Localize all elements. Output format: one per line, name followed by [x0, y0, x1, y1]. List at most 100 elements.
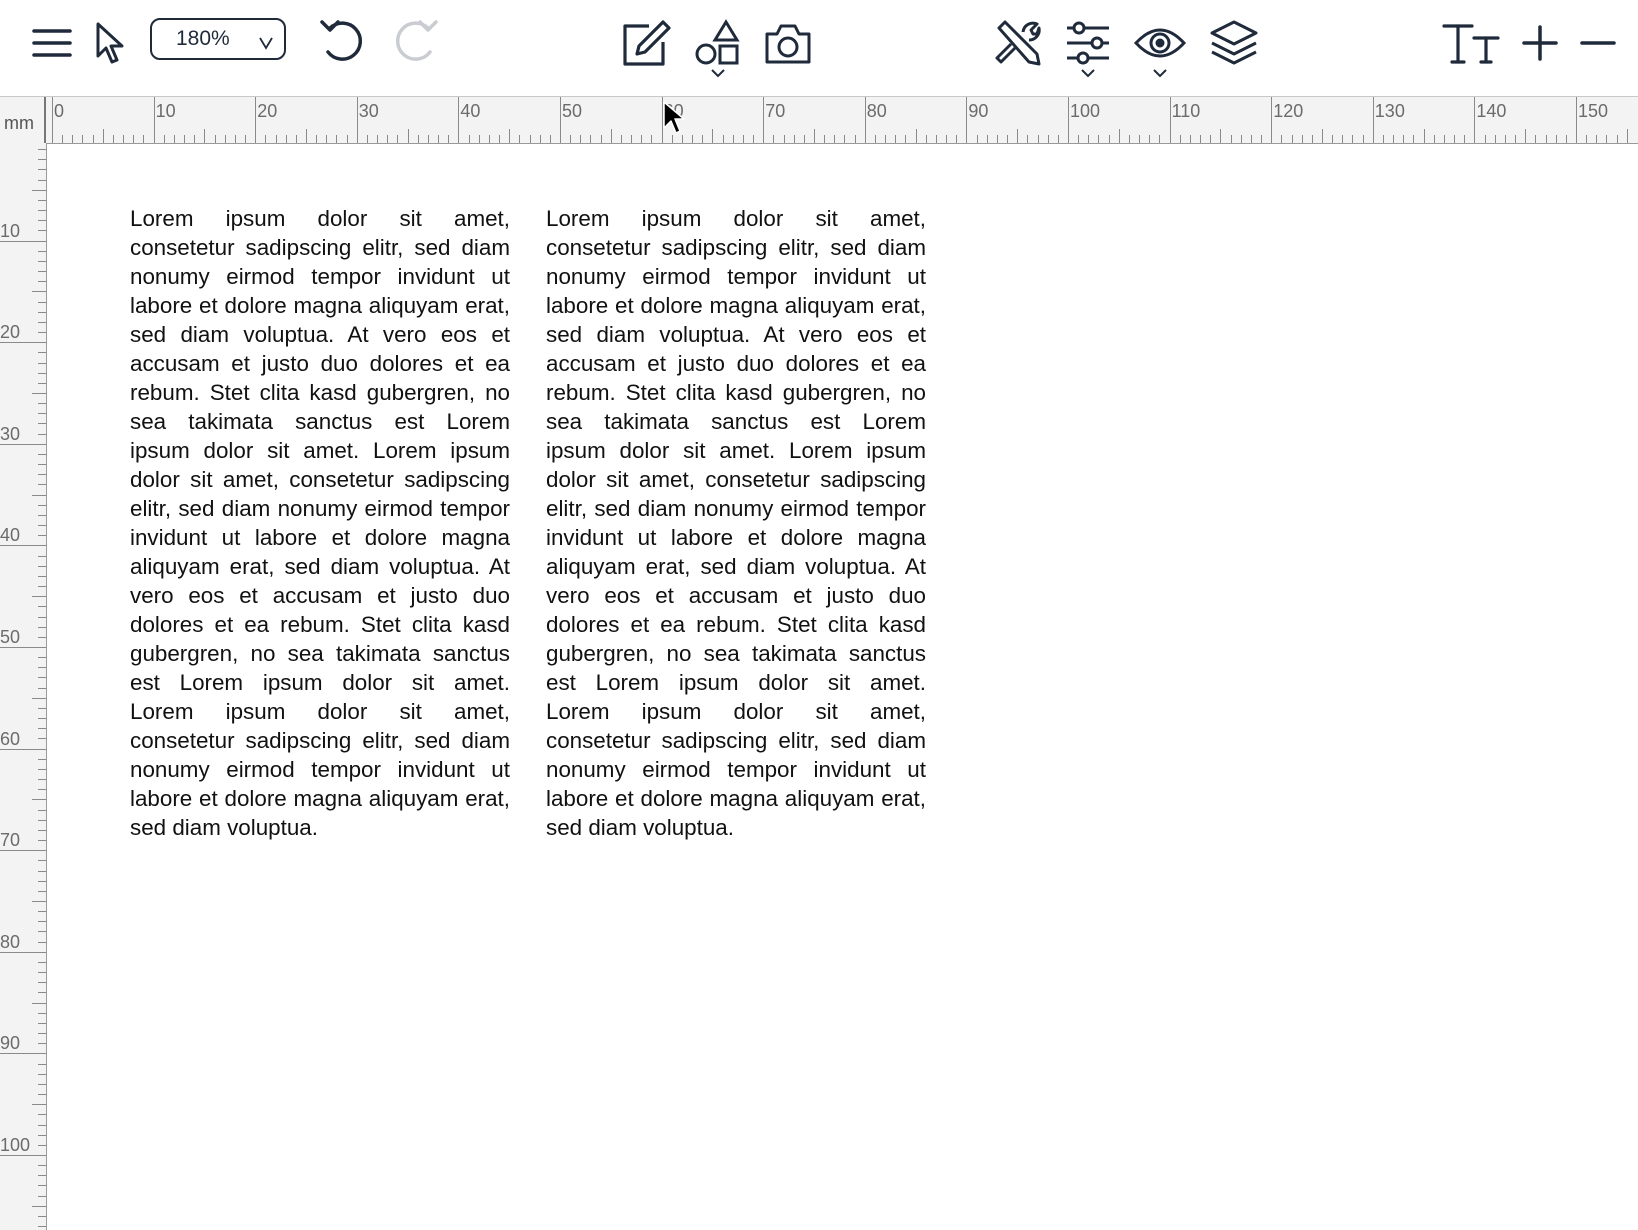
- ruler-tick: [38, 301, 46, 303]
- document-page[interactable]: Lorem ipsum dolor sit amet, consetetur s…: [47, 144, 1638, 1230]
- ruler-tick: [783, 135, 785, 143]
- ruler-label: 50: [0, 627, 21, 647]
- ruler-tick: [1372, 97, 1374, 143]
- ruler-tick: [38, 840, 46, 842]
- ruler-tick: [1068, 97, 1069, 143]
- ruler-tick: [1149, 135, 1151, 143]
- ruler-tick: [32, 1205, 46, 1207]
- ruler-tick: [631, 135, 633, 143]
- camera-button[interactable]: [760, 14, 816, 72]
- ruler-tick: [702, 135, 704, 143]
- ruler-label: 10: [155, 101, 176, 121]
- ruler-tick: [38, 768, 46, 770]
- ruler-tick: [935, 135, 937, 143]
- ruler-tick: [38, 271, 46, 273]
- view-button[interactable]: [1132, 14, 1188, 78]
- horizontal-ruler[interactable]: mm 0102030405060708090100110120130140150: [0, 97, 1638, 144]
- redo-button[interactable]: [386, 14, 442, 72]
- ruler-label: 10: [0, 220, 21, 241]
- ruler-tick: [285, 135, 287, 143]
- zoom-in-button[interactable]: [1512, 14, 1568, 72]
- ruler-tick: [1504, 135, 1506, 143]
- ruler-tick: [255, 97, 257, 143]
- ruler-tick: [844, 135, 846, 143]
- ruler-tick: [38, 1043, 46, 1045]
- ruler-tick: [194, 135, 196, 143]
- ruler-tick: [1159, 135, 1161, 143]
- ruler-tick: [38, 433, 46, 435]
- ruler-tick: [966, 97, 968, 143]
- ruler-tick: [895, 135, 897, 143]
- ruler-tick: [32, 799, 46, 801]
- ruler-tick: [38, 565, 46, 567]
- shapes-button[interactable]: [690, 14, 746, 78]
- ruler-tick: [133, 135, 135, 143]
- ruler-tick: [38, 586, 46, 588]
- ruler-tick: [1200, 135, 1202, 143]
- ruler-tick: [478, 135, 480, 143]
- vertical-ruler[interactable]: 10 20 30 40 50 60 70 80 90 100: [0, 143, 47, 1230]
- ruler-tick: [38, 1165, 46, 1167]
- ruler-tick: [1586, 135, 1588, 143]
- ruler-tick: [306, 129, 307, 143]
- ruler-tick: [1626, 129, 1628, 143]
- eye-icon: [1133, 28, 1187, 58]
- ruler-label: 30: [0, 423, 21, 444]
- tools-icon: [995, 20, 1041, 66]
- ruler-tick: [377, 135, 379, 143]
- ruler-label: 50: [562, 101, 583, 121]
- ruler-tick: [38, 626, 46, 628]
- ruler-tick: [803, 135, 805, 143]
- undo-icon: [320, 20, 363, 61]
- ruler-tick: [1474, 97, 1476, 143]
- toolbar: 180%: [0, 0, 1638, 97]
- adjust-button[interactable]: [1060, 14, 1116, 78]
- ruler-tick: [519, 135, 521, 143]
- ruler-tick: [38, 1022, 46, 1024]
- ruler-tick: [458, 97, 460, 143]
- ruler-tick: [38, 1083, 46, 1085]
- zoom-select[interactable]: 180%: [150, 18, 286, 60]
- ruler-tick: [38, 250, 46, 252]
- ruler-tick: [356, 97, 358, 143]
- edit-button[interactable]: [618, 14, 674, 72]
- ruler-tick: [1108, 135, 1110, 143]
- tools-button[interactable]: [990, 14, 1046, 72]
- ruler-tick: [38, 779, 46, 781]
- ruler-tick: [570, 135, 572, 143]
- ruler-tick: [732, 135, 734, 143]
- ruler-tick: [448, 135, 450, 143]
- ruler-tick: [1057, 135, 1059, 143]
- edit-icon: [623, 20, 671, 66]
- ruler-tick: [1291, 135, 1293, 143]
- ruler-tick: [499, 135, 501, 143]
- ruler-tick: [38, 992, 46, 994]
- undo-button[interactable]: [316, 14, 372, 72]
- ruler-tick: [38, 982, 46, 984]
- zoom-out-button[interactable]: [1570, 14, 1626, 72]
- ruler-tick: [417, 135, 419, 143]
- ruler-tick: [529, 135, 531, 143]
- ruler-tick: [163, 135, 165, 143]
- ruler-tick: [580, 135, 582, 143]
- ruler-tick: [38, 1226, 46, 1228]
- ruler-label: 70: [765, 101, 786, 121]
- chevron-down-icon: [711, 69, 725, 78]
- ruler-tick: [1616, 135, 1618, 143]
- text-column-2[interactable]: Lorem ipsum dolor sit amet, consetetur s…: [546, 204, 926, 842]
- menu-button[interactable]: [24, 14, 80, 72]
- ruler-tick: [38, 464, 46, 466]
- ruler-tick: [925, 135, 927, 143]
- select-tool-button[interactable]: [82, 14, 138, 72]
- layers-button[interactable]: [1206, 14, 1262, 72]
- ruler-tick: [72, 135, 74, 143]
- ruler-tick: [996, 135, 998, 143]
- ruler-tick: [38, 372, 46, 374]
- ruler-tick: [763, 97, 765, 143]
- ruler-tick: [681, 135, 683, 143]
- ruler-tick: [387, 135, 389, 143]
- ruler-tick: [173, 135, 175, 143]
- ruler-tick: [214, 135, 216, 143]
- text-column-1[interactable]: Lorem ipsum dolor sit amet, consetetur s…: [130, 204, 510, 842]
- text-size-button[interactable]: [1440, 14, 1502, 72]
